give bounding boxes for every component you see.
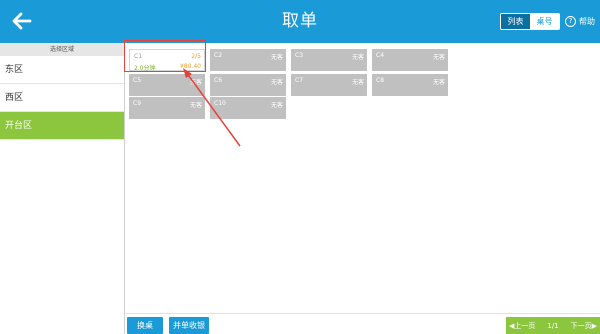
area-sidebar: 选择区域 东区 西区 开台区 [0,43,125,334]
table-status: 无客 [270,54,283,61]
view-toggle: 列表 桌号 [500,13,560,30]
pagination: ◀上一页 1/1 下一页▶ [506,317,600,334]
bottom-action-bar: 换桌 并单收银 ◀上一页 1/1 下一页▶ [126,313,600,334]
sidebar-item-open[interactable]: 开台区 [0,112,124,140]
table-name: C6 [214,77,223,84]
table-name: C8 [376,77,385,84]
table-status: 无客 [351,54,364,61]
page-indicator: 1/1 [547,321,559,330]
switch-table-button[interactable]: 换桌 [127,317,163,334]
table-name: C3 [295,52,304,59]
table-status: 无客 [270,79,283,86]
table-name: C2 [214,52,223,59]
help-label: 帮助 [579,17,595,26]
sidebar-item-east[interactable]: 东区 [0,56,124,84]
table-card-c4[interactable]: C4 无客 [372,49,448,71]
list-view-tab[interactable]: 列表 [501,14,530,29]
table-name: C7 [295,77,304,84]
table-name: C5 [133,77,142,84]
table-status: 无客 [351,79,364,86]
table-status: 无客 [189,79,202,86]
help-icon: ? [565,16,576,27]
annotation-highlight-box [124,40,206,72]
merge-checkout-button[interactable]: 并单收银 [169,317,209,334]
table-card-c2[interactable]: C2 无客 [210,49,286,71]
prev-page-button[interactable]: ◀上一页 [509,321,535,331]
table-name: C9 [133,100,142,107]
table-card-c6[interactable]: C6 无客 [210,74,286,96]
next-page-button[interactable]: 下一页▶ [571,321,597,331]
table-status: 无客 [432,54,445,61]
table-card-c9[interactable]: C9 无客 [129,97,205,119]
sidebar-heading: 选择区域 [0,43,124,56]
table-card-c5[interactable]: C5 无客 [129,74,205,96]
table-name: C4 [376,52,385,59]
table-card-c8[interactable]: C8 无客 [372,74,448,96]
table-name: C10 [214,100,226,107]
help-button[interactable]: ? 帮助 [565,13,595,30]
app-header: 取单 列表 桌号 ? 帮助 [0,0,600,43]
sidebar-item-west[interactable]: 西区 [0,84,124,112]
table-number-tab[interactable]: 桌号 [530,14,559,29]
table-grid: C1 2/5 2.0分钟 ¥80.40 C2 无客 C3 无客 C4 无客 C5… [126,43,600,313]
table-card-c10[interactable]: C10 无客 [210,97,286,119]
table-status: 无客 [432,79,445,86]
table-status: 无客 [270,102,283,109]
table-card-c3[interactable]: C3 无客 [291,49,367,71]
table-status: 无客 [189,102,202,109]
table-card-c7[interactable]: C7 无客 [291,74,367,96]
